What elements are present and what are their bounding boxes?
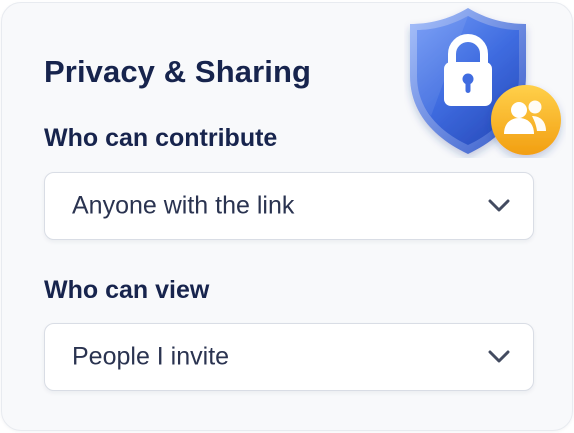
contribute-selected-value: Anyone with the link: [72, 191, 295, 220]
view-label: Who can view: [44, 276, 210, 304]
view-selected-value: People I invite: [72, 342, 230, 371]
contribute-label: Who can contribute: [44, 124, 278, 152]
contribute-select[interactable]: Anyone with the link: [44, 172, 534, 240]
page-title: Privacy & Sharing: [44, 54, 312, 89]
chevron-down-icon: [488, 199, 510, 212]
view-select[interactable]: People I invite: [44, 323, 534, 391]
chevron-down-icon: [488, 350, 510, 363]
privacy-badge-illustration: [410, 8, 561, 155]
users-icon: [491, 85, 561, 155]
